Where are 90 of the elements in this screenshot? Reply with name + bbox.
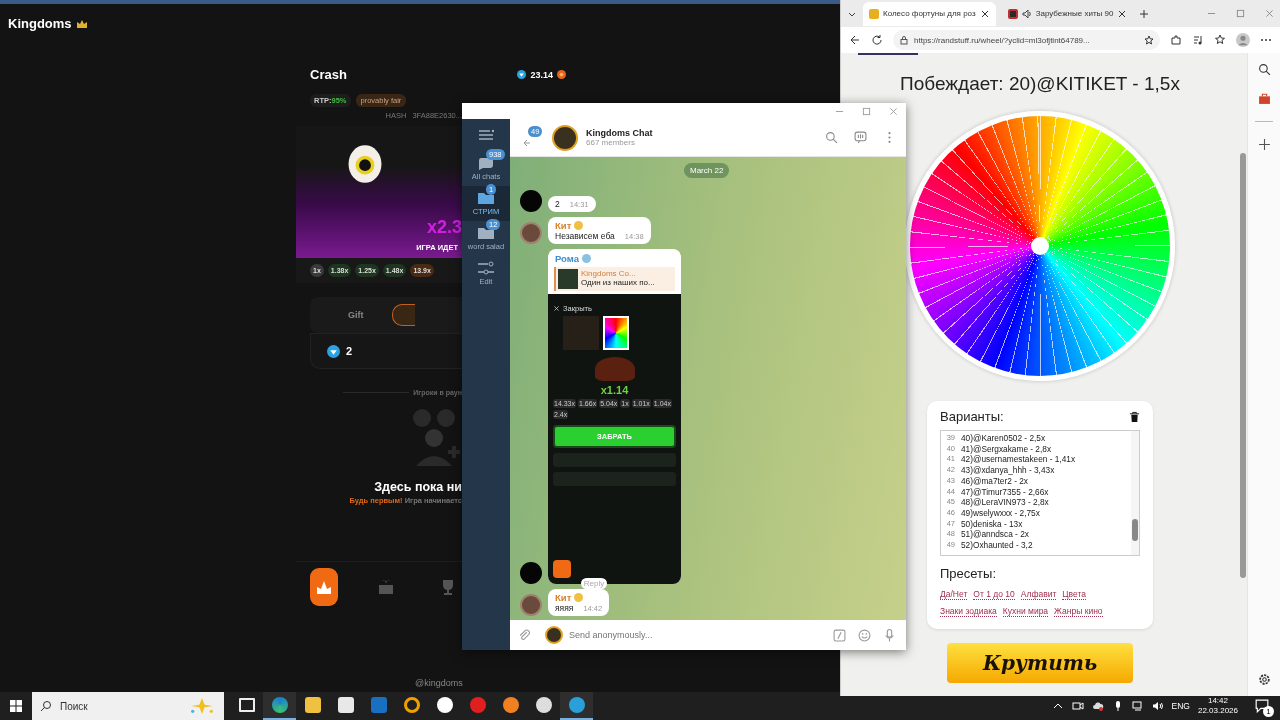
avatar[interactable] — [520, 562, 542, 584]
attach-icon[interactable] — [518, 628, 531, 642]
gift-tab[interactable]: Gift — [340, 306, 372, 324]
empty-title: Здесь пока ни — [373, 480, 462, 494]
address-bar[interactable]: https://randstuff.ru/wheel/?yclid=ml3ofjtint64789... — [893, 30, 1160, 50]
music-list-icon[interactable] — [1192, 34, 1204, 46]
maximize-icon[interactable] — [1236, 9, 1245, 18]
live-stream-icon[interactable] — [854, 131, 867, 144]
message-input[interactable]: Send anonymously... — [567, 629, 821, 641]
search-icon — [40, 700, 52, 712]
network-icon[interactable] — [1131, 700, 1144, 712]
close-icon[interactable] — [979, 8, 990, 19]
preset-link[interactable]: Жанры кино — [1054, 606, 1103, 617]
presets-title: Пресеты: — [940, 566, 997, 581]
spin-button[interactable]: Крутить — [947, 643, 1133, 683]
reload-icon[interactable] — [871, 34, 883, 46]
sliders-icon — [476, 261, 496, 275]
command-icon[interactable] — [833, 628, 846, 642]
wheel-thumbnail — [603, 316, 629, 350]
site-title: Kingdoms — [8, 16, 72, 31]
favicon-icon — [869, 8, 879, 19]
tab-pill[interactable] — [391, 304, 415, 326]
sender-avatar[interactable] — [545, 626, 563, 644]
message-text: Независем еба — [555, 231, 615, 241]
menu-icon[interactable] — [478, 129, 494, 141]
variants-title: Варианты: — [940, 409, 1004, 424]
coin-icon — [557, 70, 566, 79]
creature-image — [594, 357, 635, 381]
briefcase-icon[interactable] — [1257, 92, 1271, 105]
plus-icon[interactable] — [1257, 138, 1271, 151]
start-icon[interactable] — [10, 700, 22, 712]
close-icon[interactable] — [1117, 8, 1128, 19]
message-text: яяяя — [555, 603, 574, 613]
preset-link[interactable]: От 1 до 10 — [973, 589, 1015, 600]
browser-tab[interactable]: Зарубежные хиты 90 — [1001, 1, 1134, 26]
volume-icon[interactable] — [1151, 700, 1164, 712]
maximize-icon[interactable] — [862, 106, 871, 116]
favicon-icon — [1007, 8, 1018, 19]
taskbar-search[interactable]: Поиск — [32, 692, 224, 720]
winner-heading: Побеждает: 20)@KITIKET - 1,5x — [900, 73, 1180, 95]
message-text: 2 — [555, 199, 560, 209]
scrollbar[interactable] — [1239, 53, 1247, 696]
bet-amount: 2 — [346, 345, 353, 357]
folder-icon — [476, 226, 496, 240]
emoji-icon[interactable] — [858, 628, 871, 642]
member-count: 667 members — [586, 138, 636, 147]
game-title: Crash — [310, 67, 347, 82]
favorites-icon[interactable] — [1214, 34, 1226, 46]
multiplier: x2.3 — [426, 217, 462, 238]
balance[interactable]: 23.14 — [517, 69, 566, 80]
back-icon[interactable] — [849, 34, 861, 46]
lock-icon — [899, 35, 909, 45]
footer-handle: @kingdoms — [415, 678, 463, 688]
crown-icon — [75, 18, 88, 29]
folder-icon — [476, 191, 496, 205]
sender-name[interactable]: Рома — [555, 253, 579, 264]
settings-icon[interactable] — [1257, 673, 1271, 686]
group-avatar[interactable] — [552, 124, 578, 151]
browser-tab[interactable]: Колесо фортуны для роз — [863, 1, 996, 26]
trash-icon[interactable] — [1129, 410, 1140, 423]
search-icon[interactable] — [1257, 63, 1271, 76]
back-arrow-icon — [522, 137, 532, 148]
reply-quote[interactable]: Kingdoms Co... Один из наших по... — [554, 267, 675, 291]
taskbar-clock[interactable]: 14:42 22.03.2026 — [1197, 696, 1238, 716]
star-icon[interactable] — [1144, 35, 1154, 45]
preset-link[interactable]: Кухни мира — [1002, 606, 1049, 617]
chat-bubble-icon — [476, 156, 496, 170]
cloud-icon[interactable] — [1091, 700, 1104, 712]
date-pill: March 22 — [684, 163, 730, 178]
status-emoji-icon — [574, 593, 584, 602]
preset-link[interactable]: Цвета — [1062, 589, 1086, 600]
avatar[interactable] — [520, 190, 542, 212]
camera-icon[interactable] — [1071, 700, 1084, 712]
status-emoji-icon — [574, 221, 584, 230]
speaker-icon[interactable] — [1021, 8, 1032, 19]
notifications-button[interactable]: 1 — [1250, 695, 1274, 717]
preset-link[interactable]: Знаки зодиака — [940, 606, 997, 617]
puzzle-icon[interactable] — [1170, 34, 1182, 46]
scrollbar[interactable] — [1131, 431, 1139, 555]
plus-icon[interactable] — [1139, 8, 1150, 19]
preset-link[interactable]: Да/Нет — [940, 589, 968, 600]
multiplier: x1.14 — [599, 384, 630, 396]
profile-avatar-icon[interactable] — [1236, 33, 1250, 47]
preset-link[interactable]: Алфавит — [1020, 589, 1057, 600]
eyeball-icon — [346, 144, 384, 184]
chat-title: Kingdoms Chat — [586, 128, 654, 138]
status-emoji-icon — [581, 254, 591, 263]
diamond-icon — [517, 70, 527, 79]
language-indicator[interactable]: ENG — [1171, 701, 1190, 711]
close-icon — [553, 305, 560, 312]
